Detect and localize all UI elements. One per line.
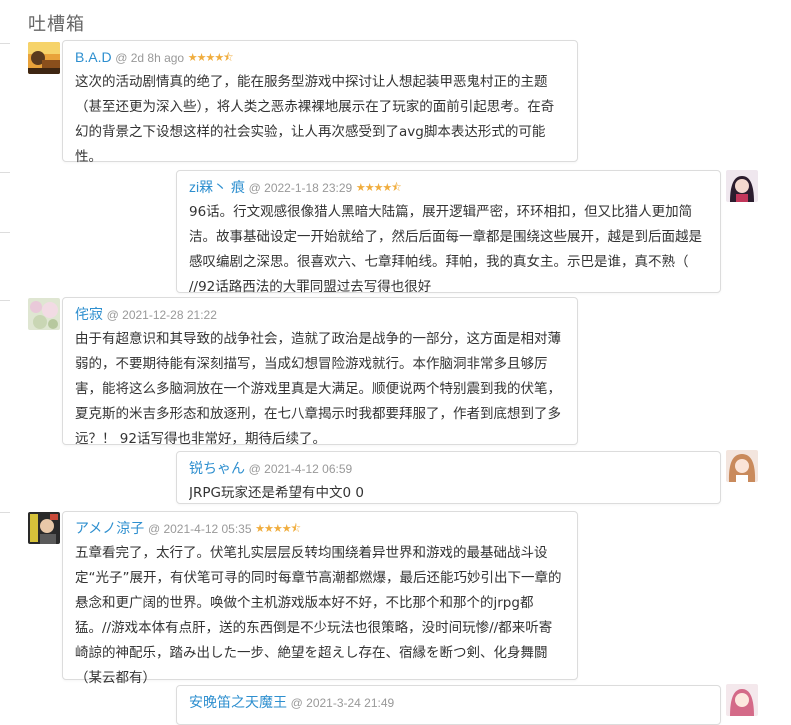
avatar-image <box>726 684 758 716</box>
comment-time: 2021-3-24 21:49 <box>306 696 395 710</box>
comment-card: 锐ちゃん @ 2021-4-12 06:59 JRPG玩家还是希望有中文0 0 <box>176 451 721 504</box>
comment-text: 由于有超意识和其导致的战争社会，造就了政治是战争的一部分，这方面是相对薄弱的，不… <box>75 331 561 447</box>
avatar-image <box>28 298 60 330</box>
comment-card: zi槑丶 痕 @ 2022-1-18 23:29 ★★★★⯪ 96话。行文观感很… <box>176 170 721 295</box>
rating-stars: ★★★★⯪ <box>355 182 402 194</box>
comment-username[interactable]: 锐ちゃん <box>189 460 245 476</box>
comment-time: 2021-4-12 06:59 <box>264 462 353 476</box>
avatar-image <box>28 512 60 544</box>
avatar-image <box>726 170 758 202</box>
comment-username[interactable]: zi槑丶 痕 <box>189 179 245 195</box>
comment-username[interactable]: B.A.D <box>75 49 112 65</box>
comment-text: 96话。行文观感很像猎人黑暗大陆篇，展开逻辑严密，环环相扣，但又比猎人更加简洁。… <box>189 204 702 295</box>
comment-username[interactable]: 侘寂 <box>75 306 103 322</box>
comment-text: JRPG玩家还是希望有中文0 0 <box>189 485 364 501</box>
comment-time: 2021-4-12 05:35 <box>163 522 252 536</box>
comment-text: 五章看完了，太行了。伏笔扎实层层反转均围绕着异世界和游戏的最基础战斗设定“光子”… <box>75 545 562 686</box>
comment-time: 2022-1-18 23:29 <box>264 181 353 195</box>
comment-card: 安晚笛之天魔王 @ 2021-3-24 21:49 <box>176 685 721 725</box>
divider <box>0 232 10 233</box>
avatar[interactable] <box>28 298 60 330</box>
comment-card: アメノ涼子 @ 2021-4-12 05:35 ★★★★⯪ 五章看完了，太行了。… <box>62 511 578 686</box>
comment-time: 2d 8h ago <box>130 51 185 65</box>
avatar-image <box>726 450 758 482</box>
rating-stars: ★★★★⯪ <box>255 523 301 535</box>
avatar[interactable] <box>28 512 60 544</box>
avatar[interactable] <box>726 170 758 202</box>
comment-card: 侘寂 @ 2021-12-28 21:22 由于有超意识和其导致的战争社会，造就… <box>62 297 578 447</box>
comment-text: 这次的活动剧情真的绝了，能在服务型游戏中探讨让人想起装甲恶鬼村正的主题（甚至还更… <box>75 74 555 165</box>
divider <box>0 43 10 44</box>
avatar[interactable] <box>28 42 60 74</box>
comment-username[interactable]: アメノ涼子 <box>75 520 144 536</box>
divider <box>0 300 10 301</box>
rating-stars: ★★★★⯪ <box>187 52 234 64</box>
avatar-image <box>28 42 60 74</box>
avatar[interactable] <box>726 684 758 716</box>
comment-card: B.A.D @ 2d 8h ago ★★★★⯪ 这次的活动剧情真的绝了，能在服务… <box>62 40 578 165</box>
divider <box>0 172 10 173</box>
divider <box>0 512 10 513</box>
comment-username[interactable]: 安晚笛之天魔王 <box>189 694 287 710</box>
avatar[interactable] <box>726 450 758 482</box>
comment-time: 2021-12-28 21:22 <box>122 308 217 322</box>
section-title: 吐槽箱 <box>28 14 85 34</box>
